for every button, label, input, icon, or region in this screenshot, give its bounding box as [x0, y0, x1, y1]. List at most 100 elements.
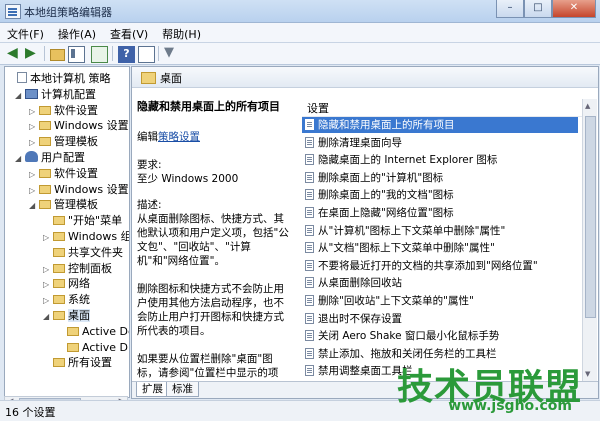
description-panel: 隐藏和禁用桌面上的所有项目 编辑策略设置 要求: 至少 Windows 2000… — [132, 88, 296, 382]
tree-expander-icon[interactable]: ▷ — [29, 104, 38, 119]
tree-item[interactable]: ▷ Windows 组 — [43, 229, 129, 245]
setting-label: 隐藏桌面上的 Internet Explorer 图标 — [318, 154, 498, 167]
folder-icon — [53, 279, 65, 289]
tree-expander-icon[interactable]: ◢ — [43, 309, 52, 324]
close-button[interactable]: ✕ — [552, 0, 596, 18]
edit-policy-link[interactable]: 策略设置 — [158, 131, 200, 143]
setting-row[interactable]: 删除桌面上的"我的文档"图标 — [302, 187, 578, 203]
up-folder-icon[interactable] — [50, 49, 65, 61]
setting-row[interactable]: 删除桌面上的"计算机"图标 — [302, 170, 578, 186]
tree-item[interactable]: ▷ Windows 设置 — [29, 118, 129, 133]
setting-row[interactable]: 删除清理桌面向导 — [302, 135, 578, 151]
tree-item[interactable]: ▷ 管理模板 — [29, 134, 98, 149]
scroll-up-icon[interactable]: ▲ — [585, 102, 590, 110]
setting-row[interactable]: 在桌面上隐藏"网络位置"图标 — [302, 205, 578, 221]
tree-item[interactable]: ▷ Windows 设置 — [29, 182, 129, 197]
tree-item[interactable]: ▷ 网络 — [43, 276, 90, 291]
forward-icon[interactable]: ▶ — [25, 46, 40, 61]
setting-label: 关闭 Aero Shake 窗口最小化鼠标手势 — [318, 330, 500, 343]
tree-pane[interactable]: 本地计算机 策略 ◢ 计算机配置 ▷ 软件设置 ▷ Windows 设置 ▷ 管理模板 ◢ 用户配置… — [4, 66, 130, 398]
properties-icon[interactable] — [138, 46, 155, 63]
setting-row[interactable]: 删除"回收站"上下文菜单的"属性" — [302, 293, 578, 309]
menu-view[interactable]: 查看(V) — [103, 23, 155, 42]
tree-expander-icon[interactable]: ▷ — [43, 277, 52, 292]
folder-icon — [39, 105, 51, 115]
tree-item-label: 桌面 — [68, 309, 90, 322]
tree-item-label: 计算机配置 — [41, 87, 96, 101]
folder-icon — [39, 168, 51, 178]
scroll-down-icon[interactable]: ▼ — [585, 370, 590, 378]
setting-row[interactable]: 退出时不保存设置 — [302, 311, 578, 327]
policy-setting-icon — [305, 119, 314, 130]
export-list-icon[interactable] — [91, 46, 108, 63]
tree-item[interactable]: ◢ 用户配置 — [15, 150, 85, 165]
setting-row[interactable]: 不要将最近打开的文档的共享添加到"网络位置" — [302, 258, 578, 274]
tree-expander-icon[interactable]: ▷ — [29, 167, 38, 182]
tree-expander-icon[interactable]: ▷ — [29, 119, 38, 134]
watermark-url: www.jsgho.com — [448, 398, 572, 414]
tab-standard[interactable]: 标准 — [166, 382, 199, 397]
tree-expander-icon[interactable]: ▷ — [43, 262, 52, 277]
folder-icon — [39, 121, 51, 131]
help-icon[interactable]: ? — [118, 46, 135, 63]
tree-expander-icon[interactable]: ▷ — [29, 183, 38, 198]
menu-help[interactable]: 帮助(H) — [155, 23, 208, 42]
policy-heading: 隐藏和禁用桌面上的所有项目 — [137, 100, 280, 113]
policy-setting-icon — [305, 259, 314, 271]
show-hide-tree-icon[interactable] — [68, 46, 85, 63]
tree-item[interactable]: ◢ 管理模板 — [29, 197, 98, 212]
setting-row[interactable]: 关闭 Aero Shake 窗口最小化鼠标手势 — [302, 328, 578, 344]
tree-expander-icon[interactable]: ▷ — [43, 230, 52, 245]
tree-item[interactable]: ▷ 系统 — [43, 292, 90, 307]
filter-icon[interactable]: ▼ — [164, 46, 179, 61]
maximize-button[interactable]: □ — [524, 0, 552, 18]
tree-item-label: 共享文件夹 — [68, 245, 123, 259]
folder-icon — [141, 72, 156, 84]
folder-icon — [53, 216, 65, 226]
tree-item[interactable]: "开始"菜单 — [43, 213, 122, 228]
setting-label: 从"计算机"图标上下文菜单中删除"属性" — [318, 224, 506, 237]
description-label: 描述: — [137, 199, 162, 211]
setting-row[interactable]: 隐藏和禁用桌面上的所有项目 — [302, 117, 578, 133]
back-icon[interactable]: ◀ — [7, 46, 22, 61]
minimize-button[interactable]: – — [496, 0, 524, 18]
tree-item[interactable]: Active De — [57, 324, 130, 339]
tree-expander-icon[interactable]: ◢ — [15, 88, 24, 103]
watermark-logo: 技术员联盟 www.jsgho.com — [352, 358, 582, 418]
tree-expander-icon[interactable]: ◢ — [29, 198, 38, 213]
setting-row[interactable]: 从"计算机"图标上下文菜单中删除"属性" — [302, 223, 578, 239]
pane-title: 桌面 — [160, 72, 182, 85]
settings-header-label: 设置 — [307, 102, 329, 115]
setting-label: 从"文档"图标上下文菜单中删除"属性" — [318, 242, 495, 255]
settings-vertical-scrollbar[interactable]: ▲ ▼ — [582, 99, 597, 381]
tree-item[interactable]: ◢ 桌面 — [43, 308, 90, 323]
policy-setting-icon — [305, 224, 314, 236]
tree-expander-icon[interactable]: ▷ — [43, 293, 52, 308]
tree-item-label: Active De — [82, 324, 130, 338]
tree-item[interactable]: 本地计算机 策略 — [7, 71, 111, 86]
policy-setting-icon — [305, 207, 314, 218]
setting-row[interactable]: 从"文档"图标上下文菜单中删除"属性" — [302, 240, 578, 256]
description-text-2: 删除图标和快捷方式不会防止用户使用其他方法启动程序，也不会防止用户打开图标和快捷… — [137, 283, 284, 337]
setting-label: 删除桌面上的"计算机"图标 — [318, 171, 444, 184]
setting-row[interactable]: 从桌面删除回收站 — [302, 275, 578, 291]
folder-icon — [53, 311, 65, 320]
setting-row[interactable]: 隐藏桌面上的 Internet Explorer 图标 — [302, 152, 578, 168]
settings-column-header[interactable]: 设置 — [302, 99, 582, 117]
tree-item[interactable]: 所有设置 — [43, 355, 112, 370]
tree-item[interactable]: 共享文件夹 — [43, 245, 123, 260]
tree-item[interactable]: ▷ 软件设置 — [29, 103, 98, 118]
tree-expander-icon[interactable]: ▷ — [29, 135, 38, 150]
tab-extended[interactable]: 扩展 — [136, 382, 169, 397]
tree-item[interactable]: ▷ 软件设置 — [29, 166, 98, 181]
menu-action[interactable]: 操作(A) — [51, 23, 103, 42]
tree-expander-icon[interactable]: ◢ — [15, 151, 24, 166]
edit-policy-line: 编辑策略设置 — [137, 130, 291, 144]
folder-icon — [53, 263, 65, 273]
menu-file[interactable]: 文件(F) — [0, 23, 51, 42]
setting-label: 不要将最近打开的文档的共享添加到"网络位置" — [318, 259, 538, 272]
tree-item[interactable]: ◢ 计算机配置 — [15, 87, 96, 102]
tree-item[interactable]: ▷ 控制面板 — [43, 261, 112, 276]
scroll-thumb[interactable] — [585, 116, 596, 318]
tree-item[interactable]: Active Dir — [57, 340, 129, 355]
